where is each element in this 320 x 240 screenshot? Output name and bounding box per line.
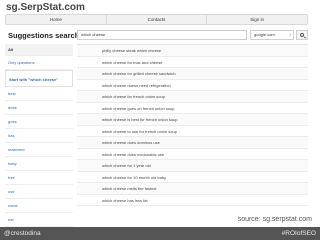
filter-only-questions[interactable]: Only questions xyxy=(5,56,73,70)
filter-word[interactable]: best xyxy=(5,87,73,101)
nav-home[interactable]: Home xyxy=(6,15,107,24)
list-item[interactable]: which cheese for french onion soup xyxy=(77,91,308,103)
search-engine-select[interactable]: google.com ↕ xyxy=(250,30,294,40)
footer-hashtag: #ROIofSEO xyxy=(281,230,316,237)
list-item[interactable]: which cheese for mac and cheese xyxy=(77,57,308,68)
list-item[interactable]: which cheese doesn need refrigeration xyxy=(77,80,308,91)
filter-word[interactable]: has xyxy=(5,129,73,143)
search-engine-value: google.com xyxy=(254,32,275,37)
list-item[interactable]: philly cheese steak which cheese xyxy=(77,45,308,57)
filter-sidebar: All Only questions Start with "which che… xyxy=(5,44,73,227)
search-input[interactable]: which cheese xyxy=(77,30,247,40)
top-navbar: Home Contacts Sign in xyxy=(5,14,308,25)
list-item[interactable]: which cheese to use for french onion sou… xyxy=(77,126,308,137)
nav-contacts[interactable]: Contacts xyxy=(107,15,208,24)
page-title-text: Suggestions search xyxy=(8,31,80,40)
list-item[interactable]: which cheese for 1 year old xyxy=(77,160,308,172)
page-title: Suggestions search (87) xyxy=(8,31,88,40)
chevron-updown-icon: ↕ xyxy=(289,32,291,37)
list-item[interactable]: which cheese goes on french onion soup xyxy=(77,103,308,114)
nav-sign-in[interactable]: Sign in xyxy=(207,15,307,24)
slide-footer: @crestodina #ROIofSEO xyxy=(0,227,320,240)
filter-word[interactable]: use xyxy=(5,185,73,199)
search-button[interactable] xyxy=(296,30,308,40)
filter-start-with[interactable]: Start with "which cheese" xyxy=(5,70,73,87)
site-logo: sg.SerpStat.com xyxy=(6,2,85,13)
list-item[interactable]: which cheese for grilled cheese sandwich xyxy=(77,68,308,80)
list-item[interactable]: which cheese has less fat xyxy=(77,195,308,206)
list-item[interactable]: which cheese does mcdonalds use xyxy=(77,149,308,160)
filter-word[interactable]: baby xyxy=(5,157,73,171)
list-item[interactable]: which cheese does dominos use xyxy=(77,137,308,149)
suggestions-list: philly cheese steak which cheese which c… xyxy=(77,44,308,214)
filter-word[interactable]: mastmed xyxy=(5,143,73,157)
list-item[interactable]: which cheese for 10 month old baby xyxy=(77,172,308,183)
filter-word[interactable]: come xyxy=(5,199,73,213)
list-item[interactable]: which cheese melts the fastest xyxy=(77,183,308,195)
filter-all[interactable]: All xyxy=(5,44,73,56)
source-caption: source: sg.serpstat.com xyxy=(235,216,314,223)
list-item[interactable]: which cheese is best for french onion so… xyxy=(77,114,308,126)
footer-handle: @crestodina xyxy=(4,230,41,237)
filter-word[interactable]: does xyxy=(5,101,73,115)
filter-word[interactable]: free xyxy=(5,171,73,185)
filter-word[interactable]: goes xyxy=(5,115,73,129)
filter-word[interactable]: eat xyxy=(5,213,73,227)
